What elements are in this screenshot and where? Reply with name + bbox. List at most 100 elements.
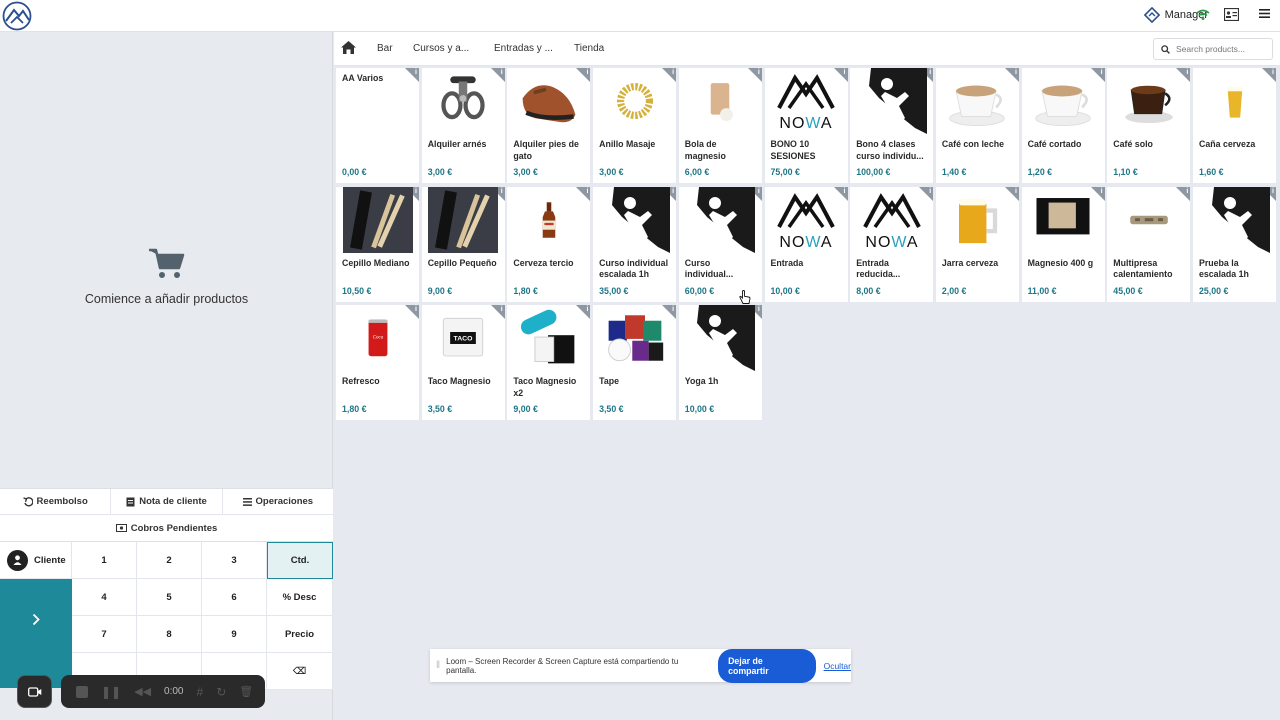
pause-icon[interactable]: ❚❚ xyxy=(101,685,121,699)
product-card[interactable]: i AA Varios 0,00 € xyxy=(336,68,419,183)
product-card[interactable]: i Cerveza tercio 1,80 € xyxy=(507,186,591,302)
tab-courses[interactable]: Cursos y a... xyxy=(413,43,469,54)
stop-sharing-button[interactable]: Dejar de compartir xyxy=(718,648,816,683)
product-card[interactable]: i Anillo Masaje 3,00 € xyxy=(593,68,677,183)
info-icon[interactable]: i xyxy=(758,69,760,76)
product-card[interactable]: i Cepillo Pequeño 9,00 € xyxy=(421,186,505,302)
product-card[interactable]: i Curso individual escalada 1h 35,00 € xyxy=(593,186,677,302)
info-icon[interactable]: i xyxy=(586,306,588,313)
info-icon[interactable]: i xyxy=(672,69,674,76)
info-icon[interactable]: i xyxy=(758,306,760,313)
info-icon[interactable]: i xyxy=(929,69,931,76)
key-2[interactable]: 2 xyxy=(137,542,202,579)
refund-button[interactable]: Reembolso xyxy=(0,489,112,514)
info-icon[interactable]: i xyxy=(672,188,674,195)
info-icon[interactable]: i xyxy=(415,306,417,313)
customer-button[interactable]: Cliente xyxy=(0,542,72,579)
stop-icon[interactable] xyxy=(76,685,88,698)
info-icon[interactable]: i xyxy=(844,188,846,195)
key-4[interactable]: 4 xyxy=(72,579,137,616)
key-9[interactable]: 9 xyxy=(202,616,267,653)
rewind-icon[interactable]: ◀◀ xyxy=(134,685,151,698)
key-8[interactable]: 8 xyxy=(137,616,202,653)
info-icon[interactable]: i xyxy=(586,69,588,76)
product-card[interactable]: i Caña cerveza 1,60 € xyxy=(1193,68,1276,183)
info-icon[interactable]: i xyxy=(1015,69,1017,76)
product-card[interactable]: i Taco Magnesio x2 9,00 € xyxy=(507,305,591,421)
search-input[interactable]: Search products... xyxy=(1153,38,1273,60)
product-card[interactable]: i Jarra cerveza 2,00 € xyxy=(935,186,1019,302)
search-placeholder: Search products... xyxy=(1176,44,1245,54)
product-card[interactable]: i Cepillo Mediano 10,50 € xyxy=(336,186,419,302)
product-card[interactable]: i Prueba la escalada 1h 25,00 € xyxy=(1193,186,1276,302)
customer-note-button[interactable]: Nota de cliente xyxy=(111,489,223,514)
product-name: Cepillo Pequeño xyxy=(427,257,497,268)
grid-icon[interactable]: # xyxy=(197,685,204,699)
product-card[interactable]: i TACO Taco Magnesio 3,50 € xyxy=(421,305,505,421)
product-card[interactable]: i Café con leche 1,40 € xyxy=(935,68,1019,183)
hamburger-menu-icon[interactable] xyxy=(1259,8,1270,19)
key-3[interactable]: 3 xyxy=(202,542,267,579)
operations-button[interactable]: Operaciones xyxy=(223,489,333,514)
restart-icon[interactable]: ↻ xyxy=(216,685,226,699)
video-camera-icon xyxy=(27,686,41,697)
info-icon[interactable]: i xyxy=(1186,69,1188,76)
discount-button[interactable]: % Desc xyxy=(267,579,333,616)
payment-button[interactable] xyxy=(0,579,72,688)
product-card[interactable]: i Magnesio 400 g 11,00 € xyxy=(1021,186,1105,302)
backspace-button[interactable]: ⌫ xyxy=(267,653,333,690)
product-card[interactable]: i Bono 4 clases curso individu... 100,00 € xyxy=(850,68,934,183)
drag-handle-icon[interactable]: ‖ xyxy=(436,660,440,671)
info-icon[interactable]: i xyxy=(844,69,846,76)
product-card[interactable]: i Tape 3,50 € xyxy=(593,305,677,421)
home-icon[interactable] xyxy=(340,40,357,55)
info-icon[interactable]: i xyxy=(501,69,503,76)
info-icon[interactable]: i xyxy=(415,188,417,195)
info-icon[interactable]: i xyxy=(929,188,931,195)
product-card[interactable]: i Curso individual... 60,00 € xyxy=(678,186,762,302)
numpad: Cliente 1 2 3 Ctd. 4 5 6% Desc 7 8 9 Precio ⌫ xyxy=(0,542,333,690)
product-card[interactable]: i NOWA Entrada reducida... 8,00 € xyxy=(850,186,934,302)
product-card[interactable]: i Multipresa calentamiento 45,00 € xyxy=(1107,186,1191,302)
info-icon[interactable]: i xyxy=(1272,69,1274,76)
product-card[interactable]: i Alquiler pies de gato 3,00 € xyxy=(507,68,591,183)
product-card[interactable]: i Yoga 1h 10,00 € xyxy=(678,305,762,421)
pending-payments-button[interactable]: Cobros Pendientes xyxy=(0,515,333,542)
product-price: 75,00 € xyxy=(770,167,800,177)
product-card[interactable]: i Coca Refresco 1,80 € xyxy=(336,305,419,421)
key-1[interactable]: 1 xyxy=(72,542,137,579)
chevron-right-icon xyxy=(32,613,40,626)
info-icon[interactable]: i xyxy=(501,188,503,195)
key-5[interactable]: 5 xyxy=(137,579,202,616)
app-logo[interactable] xyxy=(2,1,32,31)
info-icon[interactable]: i xyxy=(586,188,588,195)
info-icon[interactable]: i xyxy=(1101,188,1103,195)
product-card[interactable]: i Café solo 1,10 € xyxy=(1107,68,1191,183)
info-icon[interactable]: i xyxy=(672,306,674,313)
product-price: 6,00 € xyxy=(684,167,710,177)
product-card[interactable]: i Bola de magnesio 6,00 € xyxy=(678,68,762,183)
info-icon[interactable]: i xyxy=(1272,188,1274,195)
product-card[interactable]: i NOWA BONO 10 SESIONES 75,00 € xyxy=(764,68,848,183)
info-icon[interactable]: i xyxy=(1101,69,1103,76)
info-icon[interactable]: i xyxy=(1015,188,1017,195)
tab-shop[interactable]: Tienda xyxy=(574,43,604,54)
tab-entries[interactable]: Entradas y ... xyxy=(494,43,553,54)
climber-icon xyxy=(599,186,670,253)
info-icon[interactable]: i xyxy=(758,188,760,195)
product-card[interactable]: i Café cortado 1,20 € xyxy=(1021,68,1105,183)
hide-link[interactable]: Ocultar xyxy=(824,661,851,671)
camera-toggle[interactable] xyxy=(17,675,52,708)
quantity-button[interactable]: Ctd. xyxy=(267,542,333,579)
key-6[interactable]: 6 xyxy=(202,579,267,616)
product-price: 1,20 € xyxy=(1027,167,1053,177)
product-card[interactable]: i NOWA Entrada 10,00 € xyxy=(764,186,848,302)
price-button[interactable]: Precio xyxy=(267,616,333,653)
info-icon[interactable]: i xyxy=(1186,188,1188,195)
trash-icon[interactable]: 🗑 xyxy=(239,685,253,698)
tab-bar[interactable]: Bar xyxy=(377,43,393,54)
info-icon[interactable]: i xyxy=(501,306,503,313)
key-7[interactable]: 7 xyxy=(72,616,137,653)
id-card-icon[interactable] xyxy=(1224,8,1239,21)
product-card[interactable]: i Alquiler arnés 3,00 € xyxy=(421,68,505,183)
